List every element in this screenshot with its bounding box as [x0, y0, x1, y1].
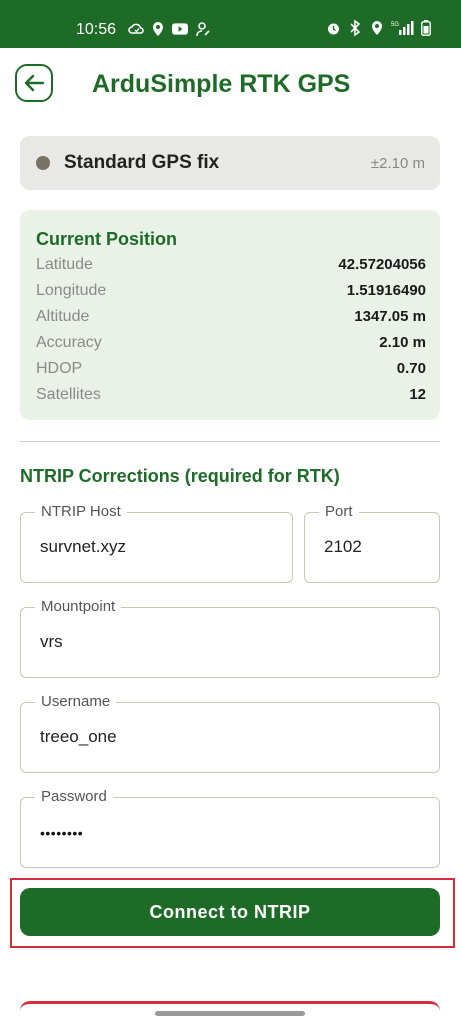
cloud-sync-icon [128, 21, 144, 37]
username-field[interactable]: Username treeo_one [20, 693, 440, 773]
fix-status-dot [36, 156, 50, 170]
position-row-accuracy: Accuracy 2.10 m [36, 334, 426, 358]
row-value: 1347.05 m [354, 308, 426, 325]
ntrip-section-title: NTRIP Corrections (required for RTK) [20, 466, 340, 486]
location-icon [369, 20, 385, 36]
row-label: Satellites [36, 386, 101, 403]
password-label: Password [35, 788, 113, 805]
status-left-icons [128, 21, 210, 37]
arrow-left-icon [23, 73, 45, 93]
person-icon [194, 21, 210, 37]
signal-5g-icon: 5G [391, 20, 415, 36]
page-title: ArduSimple RTK GPS [92, 70, 351, 98]
ntrip-host-label: NTRIP Host [35, 503, 127, 520]
position-row-longitude: Longitude 1.51916490 [36, 282, 426, 306]
mountpoint-value: vrs [40, 632, 63, 651]
home-indicator[interactable] [155, 1011, 305, 1016]
current-position-card: Current Position Latitude 42.57204056 Lo… [20, 210, 440, 420]
bluetooth-icon [347, 20, 363, 36]
connect-ntrip-button[interactable]: Connect to NTRIP [20, 888, 440, 936]
row-label: HDOP [36, 360, 83, 377]
alarm-icon [325, 20, 341, 36]
row-value: 0.70 [396, 360, 426, 377]
position-row-latitude: Latitude 42.57204056 [36, 256, 426, 280]
username-value: treeo_one [40, 727, 117, 746]
svg-text:5G: 5G [391, 22, 399, 28]
port-label: Port [319, 503, 359, 520]
row-label: Longitude [36, 282, 107, 299]
row-value: 2.10 m [379, 334, 426, 351]
password-value: •••••••• [40, 825, 84, 841]
row-label: Altitude [36, 308, 90, 325]
fix-status-label: Standard GPS fix [64, 152, 220, 173]
row-value: 42.57204056 [338, 256, 426, 273]
port-field[interactable]: Port 2102 [304, 503, 440, 583]
section-divider [20, 441, 440, 442]
position-row-hdop: HDOP 0.70 [36, 360, 426, 384]
ntrip-host-value: survnet.xyz [40, 537, 126, 556]
youtube-icon [172, 21, 188, 37]
mountpoint-label: Mountpoint [35, 598, 122, 615]
status-bar: 10:56 5G [0, 0, 461, 48]
position-row-satellites: Satellites 12 [36, 386, 426, 410]
app-bar: ArduSimple RTK GPS [0, 48, 461, 120]
fix-accuracy: ±2.10 m [370, 155, 425, 172]
ntrip-host-field[interactable]: NTRIP Host survnet.xyz [20, 503, 293, 583]
status-right-icons: 5G [325, 20, 431, 36]
mountpoint-field[interactable]: Mountpoint vrs [20, 598, 440, 678]
status-time: 10:56 [76, 21, 117, 38]
back-button[interactable] [15, 64, 53, 102]
password-field[interactable]: Password •••••••• [20, 788, 440, 868]
row-label: Accuracy [36, 334, 102, 351]
position-row-altitude: Altitude 1347.05 m [36, 308, 426, 332]
battery-icon [421, 20, 431, 36]
row-label: Latitude [36, 256, 93, 273]
row-value: 12 [409, 386, 426, 403]
port-value: 2102 [324, 537, 362, 556]
fix-status-card: Standard GPS fix ±2.10 m [20, 136, 440, 190]
row-value: 1.51916490 [346, 282, 426, 299]
position-title: Current Position [36, 229, 178, 249]
username-label: Username [35, 693, 117, 710]
location-badge-icon [150, 21, 166, 37]
